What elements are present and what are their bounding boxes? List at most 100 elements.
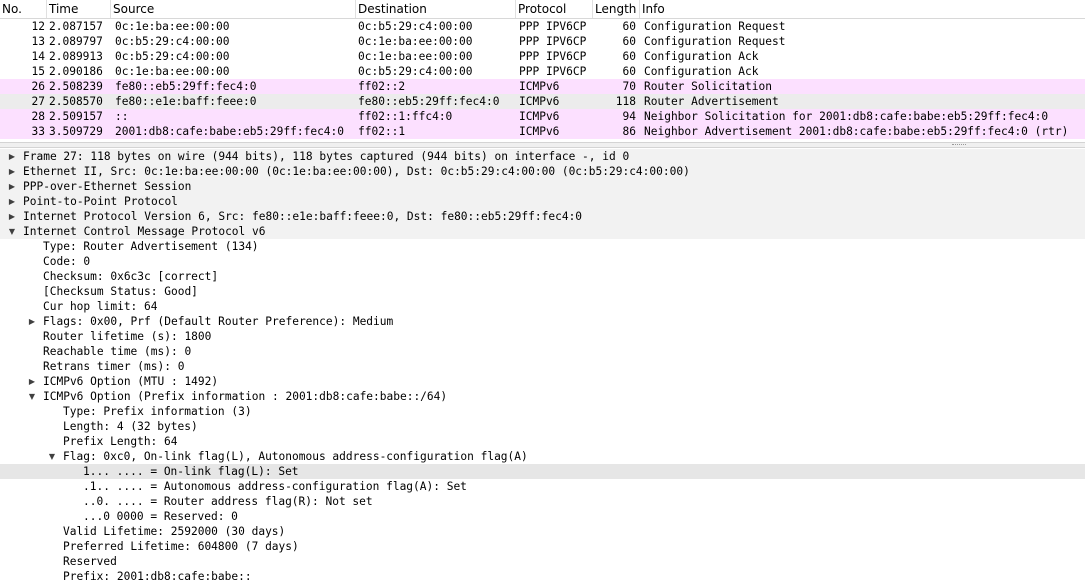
tree-item-label: Retrans timer (ms): 0	[43, 360, 185, 373]
expand-arrow-icon[interactable]: ▶	[7, 179, 17, 194]
column-header-destination[interactable]: Destination	[356, 0, 516, 18]
tree-item[interactable]: Length: 4 (32 bytes)	[0, 419, 1085, 434]
packet-row[interactable]: 28 2.509157:: ff02::1:ffc4:0 ICMPv6 94 Neighb…	[0, 109, 1085, 124]
expand-arrow-icon[interactable]: ▶	[7, 209, 17, 224]
collapse-arrow-icon[interactable]: ▼	[27, 389, 37, 404]
tree-item[interactable]: Prefix: 2001:db8:cafe:babe::	[0, 569, 1085, 584]
tree-item[interactable]: Router lifetime (s): 1800	[0, 329, 1085, 344]
packet-no: 28	[31, 110, 45, 123]
packet-row[interactable]: 13 2.089797 0c:b5:29:c4:00:00 0c:1e:ba:ee:0…	[0, 34, 1085, 49]
tree-item[interactable]: Preferred Lifetime: 604800 (7 days)	[0, 539, 1085, 554]
tree-item-label: Reachable time (ms): 0	[43, 345, 192, 358]
packet-source: 0c:b5:29:c4:00:00	[115, 35, 230, 48]
packet-length: 60	[622, 35, 636, 48]
tree-item[interactable]: [Checksum Status: Good]	[0, 284, 1085, 299]
packet-row[interactable]: 12 2.087157 0c:1e:ba:ee:00:00 0c:b5:29:c4:0…	[0, 19, 1085, 34]
tree-item[interactable]: ..0. .... = Router address flag(R): Not …	[0, 494, 1085, 509]
packet-length: 60	[622, 65, 636, 78]
tree-item-label: Type: Router Advertisement (134)	[43, 240, 259, 253]
packet-protocol: ICMPv6	[519, 80, 560, 93]
packet-source: fe80::eb5:29ff:fec4:0	[115, 80, 257, 93]
tree-item[interactable]: Type: Prefix information (3)	[0, 404, 1085, 419]
column-header-source[interactable]: Source	[111, 0, 356, 18]
tree-item[interactable]: ▼ ICMPv6 Option (Prefix information : 200…	[0, 389, 1085, 404]
packet-protocol: PPP IPV6CP	[519, 35, 587, 48]
packet-protocol: PPP IPV6CP	[519, 65, 587, 78]
packet-time: 2.089913	[49, 50, 103, 63]
packet-protocol: PPP IPV6CP	[519, 50, 587, 63]
expand-arrow-icon[interactable]: ▶	[7, 194, 17, 209]
tree-item-label: Type: Prefix information (3)	[63, 405, 252, 418]
packet-length: 70	[622, 80, 636, 93]
packet-protocol: ICMPv6	[519, 125, 560, 138]
column-header-length[interactable]: Length	[593, 0, 640, 18]
tree-item[interactable]: Code: 0	[0, 254, 1085, 269]
collapse-arrow-icon[interactable]: ▼	[47, 449, 57, 464]
tree-item[interactable]: Valid Lifetime: 2592000 (30 days)	[0, 524, 1085, 539]
tree-item-label: Frame 27: 118 bytes on wire (944 bits), …	[23, 150, 630, 163]
tree-item[interactable]: .1.. .... = Autonomous address-configura…	[0, 479, 1085, 494]
tree-item[interactable]: Reserved	[0, 554, 1085, 569]
tree-item-label: Flags: 0x00, Prf (Default Router Prefere…	[43, 315, 394, 328]
tree-item[interactable]: ▼ Flag: 0xc0, On-link flag(L), Autonomous…	[0, 449, 1085, 464]
packet-row[interactable]: 15 2.090186 0c:1e:ba:ee:00:00 0c:b5:29:c4:0…	[0, 64, 1085, 79]
column-header-protocol[interactable]: Protocol	[516, 0, 593, 18]
packet-row[interactable]: 14 2.089913 0c:b5:29:c4:00:00 0c:1e:ba:ee:0…	[0, 49, 1085, 64]
tree-item-label: .1.. .... = Autonomous address-configura…	[83, 480, 467, 493]
tree-item[interactable]: ▶ Frame 27: 118 bytes on wire (944 bits),…	[0, 149, 1085, 164]
tree-item[interactable]: ▶ Flags: 0x00, Prf (Default Router Prefer…	[0, 314, 1085, 329]
packet-details-tree[interactable]: ▶ Frame 27: 118 bytes on wire (944 bits),…	[0, 149, 1085, 586]
packet-destination: 0c:b5:29:c4:00:00	[358, 20, 473, 33]
packet-protocol: ICMPv6	[519, 110, 560, 123]
packet-list-header: No. Time Source Destination Protocol Len…	[0, 0, 1085, 19]
pane-splitter[interactable]	[0, 142, 1085, 148]
tree-item[interactable]: ...0 0000 = Reserved: 0	[0, 509, 1085, 524]
column-header-info[interactable]: Info	[640, 0, 1085, 18]
tree-item-label: Flag: 0xc0, On-link flag(L), Autonomous …	[63, 450, 528, 463]
tree-item[interactable]: Checksum: 0x6c3c [correct]	[0, 269, 1085, 284]
tree-item[interactable]: ▶ ICMPv6 Option (MTU : 1492)	[0, 374, 1085, 389]
packet-info: Neighbor Advertisement 2001:db8:cafe:bab…	[644, 125, 1069, 138]
tree-item-label: ICMPv6 Option (MTU : 1492)	[43, 375, 219, 388]
tree-item[interactable]: Cur hop limit: 64	[0, 299, 1085, 314]
packet-source: fe80::e1e:baff:feee:0	[115, 95, 257, 108]
tree-item-label: [Checksum Status: Good]	[43, 285, 198, 298]
tree-item[interactable]: Retrans timer (ms): 0	[0, 359, 1085, 374]
packet-length: 94	[622, 110, 636, 123]
column-header-no[interactable]: No.	[0, 0, 47, 18]
tree-item[interactable]: Prefix Length: 64	[0, 434, 1085, 449]
tree-item[interactable]: 1... .... = On-link flag(L): Set	[0, 464, 1085, 479]
tree-item[interactable]: ▶ Point-to-Point Protocol	[0, 194, 1085, 209]
tree-item-label: Prefix Length: 64	[63, 435, 178, 448]
tree-item-label: ..0. .... = Router address flag(R): Not …	[83, 495, 373, 508]
tree-item[interactable]: Type: Router Advertisement (134)	[0, 239, 1085, 254]
column-header-time[interactable]: Time	[47, 0, 111, 18]
packet-info: Neighbor Solicitation for 2001:db8:cafe:…	[644, 110, 1049, 123]
packet-protocol: ICMPv6	[519, 95, 560, 108]
expand-arrow-icon[interactable]: ▶	[7, 149, 17, 164]
tree-item[interactable]: ▶ Internet Protocol Version 6, Src: fe80:…	[0, 209, 1085, 224]
packet-time: 2.508239	[49, 80, 103, 93]
tree-item-label: ICMPv6 Option (Prefix information : 2001…	[43, 390, 448, 403]
tree-item-label: PPP-over-Ethernet Session	[23, 180, 192, 193]
packet-time: 2.509157	[49, 110, 103, 123]
packet-rows: 12 2.087157 0c:1e:ba:ee:00:00 0c:b5:29:c4:0…	[0, 19, 1085, 139]
tree-item-label: Length: 4 (32 bytes)	[63, 420, 198, 433]
tree-item[interactable]: ▼ Internet Control Message Protocol v6	[0, 224, 1085, 239]
packet-row[interactable]: 26 2.508239 fe80::eb5:29ff:fec4:0 ff02::2 IC…	[0, 79, 1085, 94]
tree-item-label: Cur hop limit: 64	[43, 300, 158, 313]
expand-arrow-icon[interactable]: ▶	[27, 314, 37, 329]
packet-list[interactable]: No. Time Source Destination Protocol Len…	[0, 0, 1085, 145]
collapse-arrow-icon[interactable]: ▼	[7, 224, 17, 239]
packet-row[interactable]: 27 2.508570 fe80::e1e:baff:feee:0 fe80::eb5…	[0, 94, 1085, 109]
splitter-grip[interactable]	[952, 144, 966, 147]
packet-time: 2.087157	[49, 20, 103, 33]
tree-item[interactable]: ▶ Ethernet II, Src: 0c:1e:ba:ee:00:00 (0c…	[0, 164, 1085, 179]
tree-item[interactable]: ▶ PPP-over-Ethernet Session	[0, 179, 1085, 194]
expand-arrow-icon[interactable]: ▶	[27, 374, 37, 389]
tree-item[interactable]: Reachable time (ms): 0	[0, 344, 1085, 359]
packet-source: 2001:db8:cafe:babe:eb5:29ff:fec4:0	[115, 125, 345, 138]
expand-arrow-icon[interactable]: ▶	[7, 164, 17, 179]
tree-item-label: Router lifetime (s): 1800	[43, 330, 212, 343]
packet-row[interactable]: 33 3.509729 2001:db8:cafe:babe:eb5:29ff:fe…	[0, 124, 1085, 139]
